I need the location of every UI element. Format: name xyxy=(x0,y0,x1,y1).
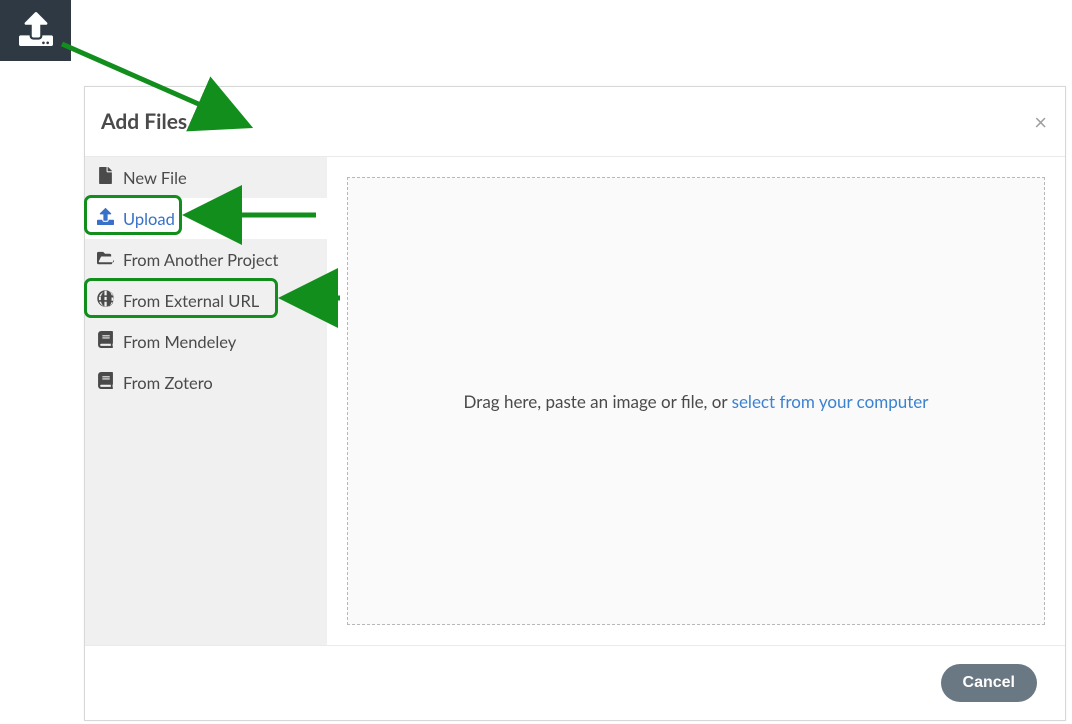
sidebar-item-new-file[interactable]: New File xyxy=(85,157,327,198)
sidebar-item-label: From External URL xyxy=(123,291,259,311)
upload-icon xyxy=(16,12,56,50)
sidebar-item-from-mendeley[interactable]: From Mendeley xyxy=(85,321,327,362)
modal-header: Add Files × xyxy=(85,87,1065,157)
sidebar-item-from-zotero[interactable]: From Zotero xyxy=(85,362,327,403)
toolbar-upload-button[interactable] xyxy=(0,0,71,61)
modal-sidebar: New File Upload From Another Project Fro… xyxy=(85,157,327,645)
add-files-modal: Add Files × New File Upload From A xyxy=(84,86,1066,721)
sidebar-item-from-external-url[interactable]: From External URL xyxy=(85,280,327,321)
sidebar-item-label: From Zotero xyxy=(123,373,213,393)
book-icon xyxy=(97,372,114,393)
sidebar-item-label: New File xyxy=(123,168,187,188)
modal-body: New File Upload From Another Project Fro… xyxy=(85,157,1065,645)
modal-title: Add Files xyxy=(101,109,187,134)
globe-icon xyxy=(97,290,114,311)
sidebar-item-from-another-project[interactable]: From Another Project xyxy=(85,239,327,280)
modal-footer: Cancel xyxy=(85,645,1065,720)
sidebar-item-upload[interactable]: Upload xyxy=(85,198,327,239)
folder-open-icon xyxy=(97,249,114,270)
close-icon[interactable]: × xyxy=(1034,111,1047,133)
sidebar-item-label: Upload xyxy=(123,209,175,229)
select-from-computer-link[interactable]: select from your computer xyxy=(732,391,929,412)
dropzone-text: Drag here, paste an image or file, or se… xyxy=(464,391,929,412)
cancel-button[interactable]: Cancel xyxy=(941,664,1037,702)
sidebar-item-label: From Mendeley xyxy=(123,332,236,352)
dropzone-panel: Drag here, paste an image or file, or se… xyxy=(327,157,1065,645)
file-icon xyxy=(97,167,114,188)
upload-icon xyxy=(97,208,114,229)
sidebar-item-label: From Another Project xyxy=(123,250,278,270)
dropzone[interactable]: Drag here, paste an image or file, or se… xyxy=(347,177,1045,625)
book-icon xyxy=(97,331,114,352)
